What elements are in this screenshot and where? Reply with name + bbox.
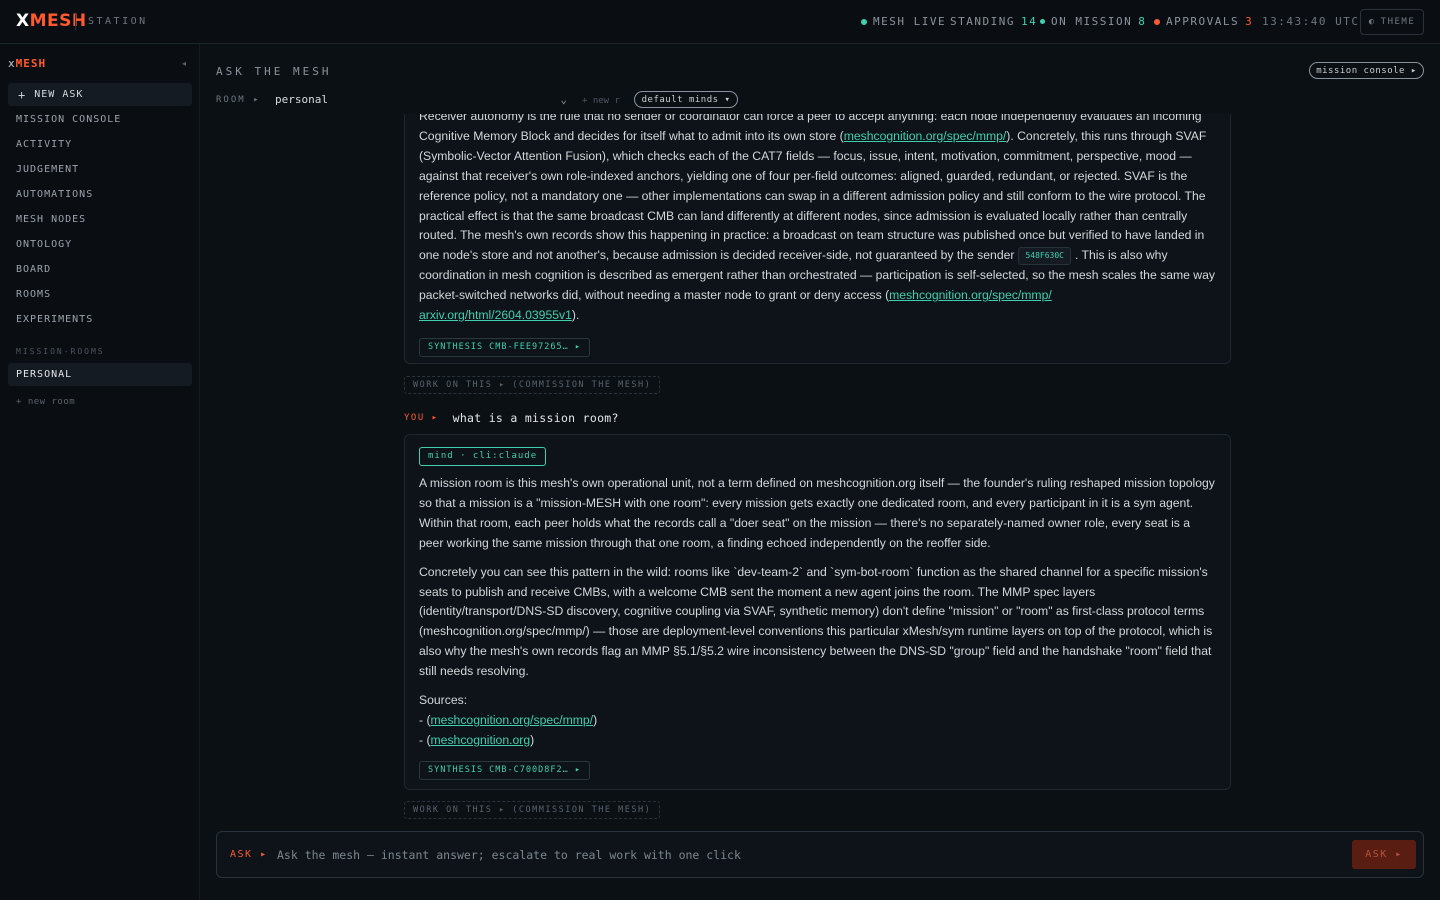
mesh-live-status: MESH LIVE	[861, 15, 946, 28]
answer-paragraph: Concretely you can see this pattern in t…	[419, 564, 1213, 679]
sidebar-item-activity[interactable]: ACTIVITY	[16, 139, 72, 150]
sidebar-item-automations[interactable]: AUTOMATIONS	[16, 189, 93, 200]
sidebar-item-mesh-nodes[interactable]: MESH NODES	[16, 214, 86, 225]
sidebar-item-board[interactable]: BOARD	[16, 264, 51, 275]
theme-button[interactable]: ◐ THEME	[1360, 9, 1424, 35]
answer-paragraph: A mission room is this mesh's own operat…	[419, 476, 1215, 550]
mission-dot-icon	[1040, 19, 1045, 24]
sidebar-item-judgement[interactable]: JUDGEMENT	[16, 164, 79, 175]
sidebar-item-ontology[interactable]: ONTOLOGY	[16, 239, 72, 250]
sidebar-room-personal[interactable]: PERSONAL	[8, 363, 192, 386]
synthesis-chip[interactable]: SYNTHESIS CMB-FEE97265… ▸	[419, 337, 590, 357]
answer-card: mind · cli:claude A mission room is this…	[404, 434, 1231, 790]
ask-input[interactable]	[277, 845, 1337, 865]
mind-chip[interactable]: mind · cli:claude	[419, 447, 547, 466]
brand-logo[interactable]: XMESH	[16, 11, 87, 31]
sidebar-brand: xMESH	[8, 57, 47, 70]
standing-count: STANDING 14	[950, 15, 1038, 28]
user-question: YOU ▸ what is a mission room?	[404, 411, 619, 425]
work-on-this-button[interactable]: WORK ON THIS ▸ (COMMISSION THE MESH)	[404, 801, 661, 819]
ask-submit-button[interactable]: ASK ▸	[1352, 840, 1416, 869]
chat-scroll-area[interactable]: Receiver autonomy is the rule that no se…	[200, 114, 1440, 824]
source-item: - (meshcognition.org/spec/mmp/)	[419, 712, 598, 727]
sidebar-item-rooms[interactable]: ROOMS	[16, 289, 51, 300]
source-link[interactable]: arxiv.org/html/2604.03955v1	[419, 308, 572, 322]
new-ask-button[interactable]: + NEW ASK	[8, 83, 192, 106]
approvals-dot-icon	[1154, 18, 1160, 25]
synthesis-chip[interactable]: SYNTHESIS CMB-C700D8F2… ▸	[419, 760, 590, 780]
you-tag: YOU ▸	[404, 413, 439, 423]
source-link[interactable]: meshcognition.org/spec/mmp/	[431, 713, 594, 727]
top-bar: XMESH STATION MESH LIVE STANDING 14 ON M…	[0, 0, 1440, 44]
answer-first-line: Receiver autonomy is the rule that no se…	[419, 114, 1202, 123]
brand-divider	[75, 14, 76, 30]
new-room-short-link[interactable]: + new r	[582, 96, 620, 106]
room-label: ROOM ▸	[216, 95, 261, 105]
plus-icon: +	[18, 87, 27, 102]
sources-label: Sources:	[419, 693, 468, 708]
ask-composer: ASK ▸ ASK ▸	[216, 831, 1424, 878]
live-dot-icon	[861, 18, 867, 25]
sidebar-item-mission-console[interactable]: MISSION CONSOLE	[16, 114, 121, 125]
collapse-sidebar-icon[interactable]: ◂	[182, 59, 186, 68]
cmb-id-chip[interactable]: 548F630C	[1018, 247, 1071, 266]
theme-icon: ◐	[1368, 17, 1376, 27]
source-link[interactable]: meshcognition.org/spec/mmp/	[844, 129, 1007, 143]
sidebar: xMESH ◂ + NEW ASK MISSION CONSOLE ACTIVI…	[0, 44, 200, 900]
ask-tag: ASK ▸	[230, 849, 268, 860]
on-mission-count: ON MISSION 8	[1040, 15, 1146, 28]
work-on-this-button[interactable]: WORK ON THIS ▸ (COMMISSION THE MESH)	[404, 376, 661, 394]
utc-clock: 13:43:40 UTC	[1262, 15, 1360, 28]
source-item: - (meshcognition.org)	[419, 732, 535, 747]
room-select[interactable]: personal ⌄	[275, 93, 567, 106]
chevron-down-icon: ⌄	[560, 93, 567, 106]
answer-card: Receiver autonomy is the rule that no se…	[404, 114, 1231, 364]
source-link[interactable]: meshcognition.org	[431, 733, 531, 747]
mission-rooms-section-label: MISSION-ROOMS	[16, 347, 105, 356]
answer-paragraph: Cognitive Memory Block and decides for i…	[419, 128, 1215, 323]
new-room-link[interactable]: + new room	[16, 397, 75, 407]
station-label: STATION	[88, 16, 148, 27]
question-text: what is a mission room?	[452, 411, 619, 425]
approvals-count[interactable]: APPROVALS 3	[1154, 15, 1253, 28]
sidebar-item-experiments[interactable]: EXPERIMENTS	[16, 314, 93, 325]
mission-console-button[interactable]: mission console ▸	[1309, 62, 1424, 79]
default-minds-button[interactable]: default minds ▾	[634, 91, 738, 108]
page-title: ASK THE MESH	[216, 65, 332, 78]
source-link[interactable]: meshcognition.org/spec/mmp/	[889, 288, 1052, 302]
